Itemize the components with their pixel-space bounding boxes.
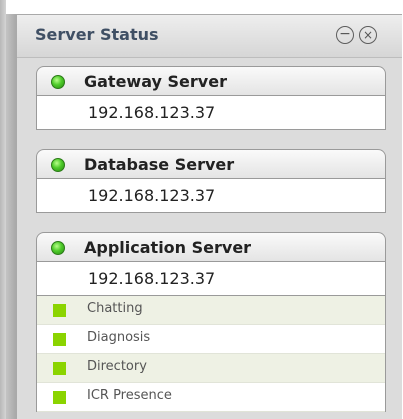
- status-online-icon: [51, 241, 65, 255]
- server-status-panel: Server Status − × Gateway Server 192.168…: [16, 14, 402, 419]
- list-item: Directory: [37, 354, 385, 383]
- service-list: Chatting Diagnosis Directory ICR Presenc…: [36, 296, 386, 412]
- server-ip-row: 192.168.123.37: [36, 179, 386, 213]
- service-label: ICR Presence: [87, 388, 172, 403]
- service-label: Chatting: [87, 301, 143, 316]
- list-item: ICR Presence: [37, 383, 385, 412]
- server-name: Database Server: [84, 155, 235, 174]
- status-square-icon: [53, 391, 66, 404]
- status-online-icon: [51, 75, 65, 89]
- status-square-icon: [53, 362, 66, 375]
- panel-header: Server Status − ×: [17, 15, 402, 58]
- server-header-application[interactable]: Application Server: [36, 232, 386, 262]
- server-header-database[interactable]: Database Server: [36, 149, 386, 179]
- panel-title: Server Status: [35, 25, 159, 44]
- close-circle-icon[interactable]: ×: [359, 26, 377, 44]
- status-square-icon: [53, 333, 66, 346]
- server-ip: 192.168.123.37: [88, 103, 216, 122]
- server-ip-row: 192.168.123.37: [36, 96, 386, 130]
- server-ip: 192.168.123.37: [88, 269, 216, 288]
- server-name: Gateway Server: [84, 72, 227, 91]
- server-ip: 192.168.123.37: [88, 186, 216, 205]
- server-header-gateway[interactable]: Gateway Server: [36, 66, 386, 96]
- status-square-icon: [53, 304, 66, 317]
- server-ip-row: 192.168.123.37: [36, 262, 386, 296]
- status-online-icon: [51, 158, 65, 172]
- service-label: Directory: [87, 359, 147, 374]
- service-label: Diagnosis: [87, 330, 151, 345]
- panel-left-strip: [6, 14, 16, 419]
- server-name: Application Server: [84, 238, 252, 257]
- list-item: Diagnosis: [37, 325, 385, 354]
- list-item: Chatting: [37, 296, 385, 325]
- minus-circle-icon[interactable]: −: [336, 26, 354, 44]
